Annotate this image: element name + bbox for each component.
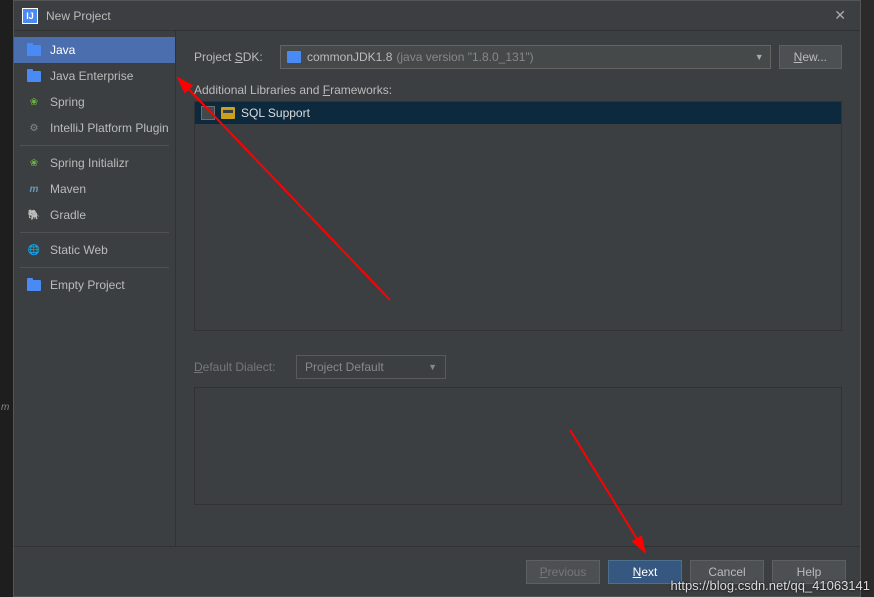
sdk-label: Project SDK: (194, 50, 280, 64)
sidebar-item-gradle[interactable]: 🐘 Gradle (14, 202, 175, 228)
details-panel (194, 387, 842, 505)
leaf-icon: ❀ (26, 156, 42, 170)
sidebar-item-empty-project[interactable]: Empty Project (14, 272, 175, 298)
project-type-sidebar: Java Java Enterprise ❀ Spring ⚙ IntelliJ… (14, 31, 176, 546)
gear-icon: ⚙ (26, 121, 42, 135)
libs-label: Additional Libraries and Frameworks: (194, 83, 842, 97)
checkbox[interactable] (201, 106, 215, 120)
sidebar-item-label: Gradle (50, 208, 86, 222)
dialect-label: Default Dialect: (194, 360, 280, 374)
sidebar-separator (20, 232, 169, 233)
previous-button[interactable]: Previous (526, 560, 600, 584)
sidebar-item-intellij-plugin[interactable]: ⚙ IntelliJ Platform Plugin (14, 115, 175, 141)
folder-icon (26, 278, 42, 292)
chevron-down-icon: ▼ (428, 362, 437, 372)
library-item-sql-support[interactable]: SQL Support (195, 102, 841, 124)
dialog-title: New Project (46, 9, 828, 23)
sdk-name: commonJDK1.8 (307, 50, 392, 64)
sidebar-item-spring[interactable]: ❀ Spring (14, 89, 175, 115)
titlebar: IJ New Project ✕ (14, 1, 860, 31)
sdk-version: (java version "1.8.0_131") (396, 50, 533, 64)
globe-icon: 🌐 (26, 243, 42, 257)
sidebar-item-label: Java Enterprise (50, 69, 133, 83)
sidebar-item-label: Static Web (50, 243, 108, 257)
dialect-value: Project Default (305, 360, 428, 374)
watermark: https://blog.csdn.net/qq_41063141 (671, 578, 871, 593)
close-icon[interactable]: ✕ (828, 5, 852, 26)
sidebar-item-label: Maven (50, 182, 86, 196)
content-panel: Project SDK: commonJDK1.8 (java version … (176, 31, 860, 546)
sidebar-item-static-web[interactable]: 🌐 Static Web (14, 237, 175, 263)
sidebar-separator (20, 267, 169, 268)
folder-icon (287, 51, 301, 63)
chevron-down-icon: ▼ (755, 52, 764, 62)
leaf-icon: ❀ (26, 95, 42, 109)
maven-icon: m (26, 182, 42, 196)
library-label: SQL Support (241, 106, 310, 120)
app-icon: IJ (22, 8, 38, 24)
sdk-combobox[interactable]: commonJDK1.8 (java version "1.8.0_131") … (280, 45, 771, 69)
sql-icon (221, 107, 235, 119)
sidebar-separator (20, 145, 169, 146)
sidebar-item-java[interactable]: Java (14, 37, 175, 63)
dialect-combobox[interactable]: Project Default ▼ (296, 355, 446, 379)
libraries-list: SQL Support (194, 101, 842, 331)
folder-icon (26, 43, 42, 57)
elephant-icon: 🐘 (26, 208, 42, 222)
new-sdk-button[interactable]: New... (779, 45, 842, 69)
sidebar-item-maven[interactable]: m Maven (14, 176, 175, 202)
sidebar-item-label: Empty Project (50, 278, 125, 292)
sidebar-item-spring-initializr[interactable]: ❀ Spring Initializr (14, 150, 175, 176)
gutter-marker: m (1, 402, 9, 413)
sidebar-item-label: Spring Initializr (50, 156, 129, 170)
folder-gear-icon (26, 69, 42, 83)
sidebar-item-label: IntelliJ Platform Plugin (50, 121, 169, 135)
sidebar-item-java-enterprise[interactable]: Java Enterprise (14, 63, 175, 89)
new-project-dialog: IJ New Project ✕ Java Java Enterprise ❀ … (13, 0, 861, 597)
sidebar-item-label: Java (50, 43, 75, 57)
sidebar-item-label: Spring (50, 95, 85, 109)
